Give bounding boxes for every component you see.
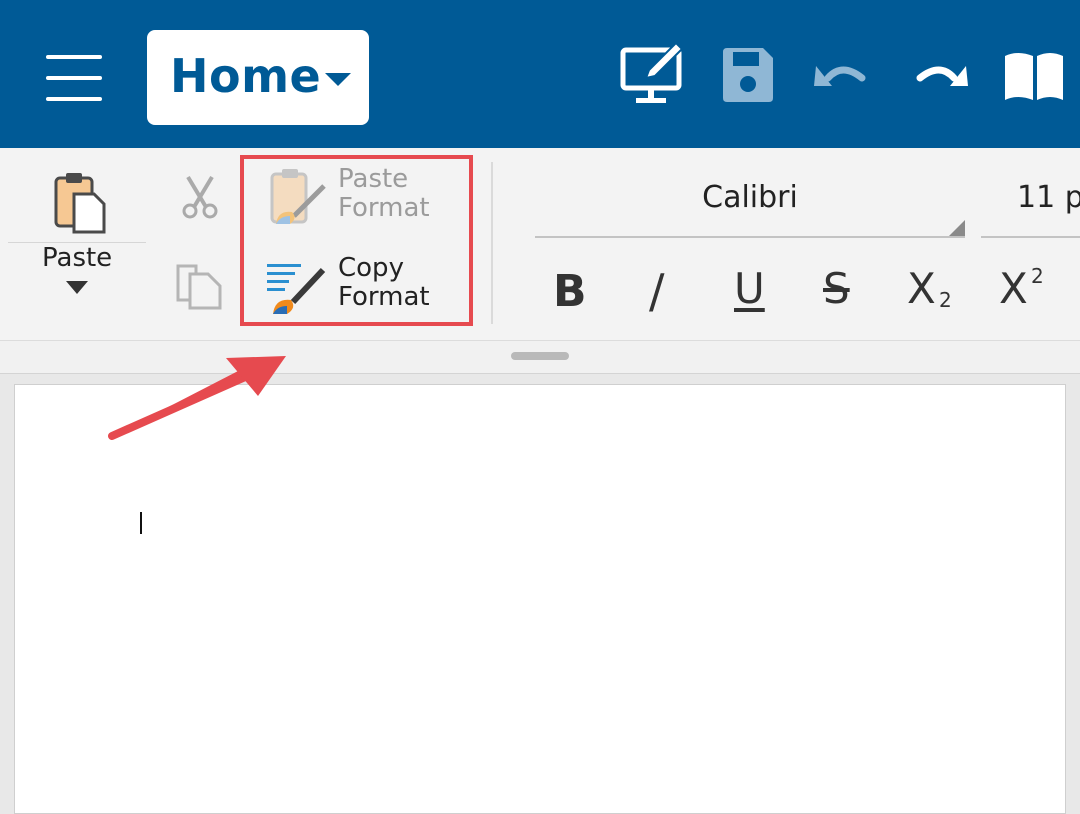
copy-format-button[interactable]: Copy Format: [338, 254, 430, 312]
strikethrough-button[interactable]: S: [810, 262, 870, 322]
save-icon[interactable]: [713, 40, 783, 110]
font-size-value: 11 p: [1017, 180, 1080, 215]
book-icon[interactable]: [1000, 40, 1070, 110]
paste-format-label-line1: Paste: [338, 164, 409, 194]
paste-format-button[interactable]: Paste Format: [338, 165, 430, 223]
app-bar: Home: [0, 0, 1080, 148]
paste-format-label-line2: Format: [338, 193, 430, 223]
font-name-value: Calibri: [702, 180, 798, 215]
text-cursor: [140, 512, 142, 534]
superscript-mark: 2: [1031, 264, 1044, 288]
drag-handle-icon[interactable]: [511, 352, 569, 360]
paste-format-icon[interactable]: [268, 166, 330, 228]
copy-format-label-line1: Copy: [338, 253, 404, 283]
ribbon-collapse-strip[interactable]: [0, 340, 1080, 374]
bold-label: B: [553, 266, 587, 317]
menu-icon[interactable]: [46, 55, 102, 101]
superscript-button[interactable]: X 2: [993, 262, 1053, 322]
document-page[interactable]: [14, 384, 1066, 814]
underline-button[interactable]: U: [721, 262, 781, 322]
ribbon-tab-selector[interactable]: Home: [147, 30, 369, 125]
scissors-icon[interactable]: [178, 175, 222, 221]
paste-icon[interactable]: [50, 170, 110, 234]
bold-button[interactable]: B: [541, 262, 601, 322]
subscript-mark: 2: [939, 288, 952, 312]
dropdown-corner-icon: [949, 220, 965, 236]
font-name-combobox[interactable]: Calibri: [535, 178, 965, 238]
ribbon-tab-label: Home: [170, 49, 322, 103]
copy-format-label-line2: Format: [338, 282, 430, 312]
ribbon-separator: [491, 162, 493, 324]
chevron-down-icon: [325, 73, 351, 86]
read-mode-icon[interactable]: [618, 40, 688, 110]
paste-options-caret-icon[interactable]: [66, 281, 88, 294]
undo-icon[interactable]: [808, 40, 878, 110]
superscript-base: X: [999, 264, 1028, 313]
strikethrough-label: S: [823, 264, 850, 313]
italic-button[interactable]: /: [631, 262, 691, 322]
copy-format-icon[interactable]: [265, 258, 329, 316]
paste-button-label[interactable]: Paste: [42, 243, 112, 273]
subscript-button[interactable]: X 2: [901, 262, 961, 322]
underline-label: U: [734, 264, 765, 313]
copy-icon[interactable]: [174, 262, 224, 312]
subscript-base: X: [907, 264, 936, 313]
redo-icon[interactable]: [904, 40, 974, 110]
font-size-combobox[interactable]: 11 p: [981, 178, 1080, 238]
italic-label: /: [649, 264, 665, 318]
